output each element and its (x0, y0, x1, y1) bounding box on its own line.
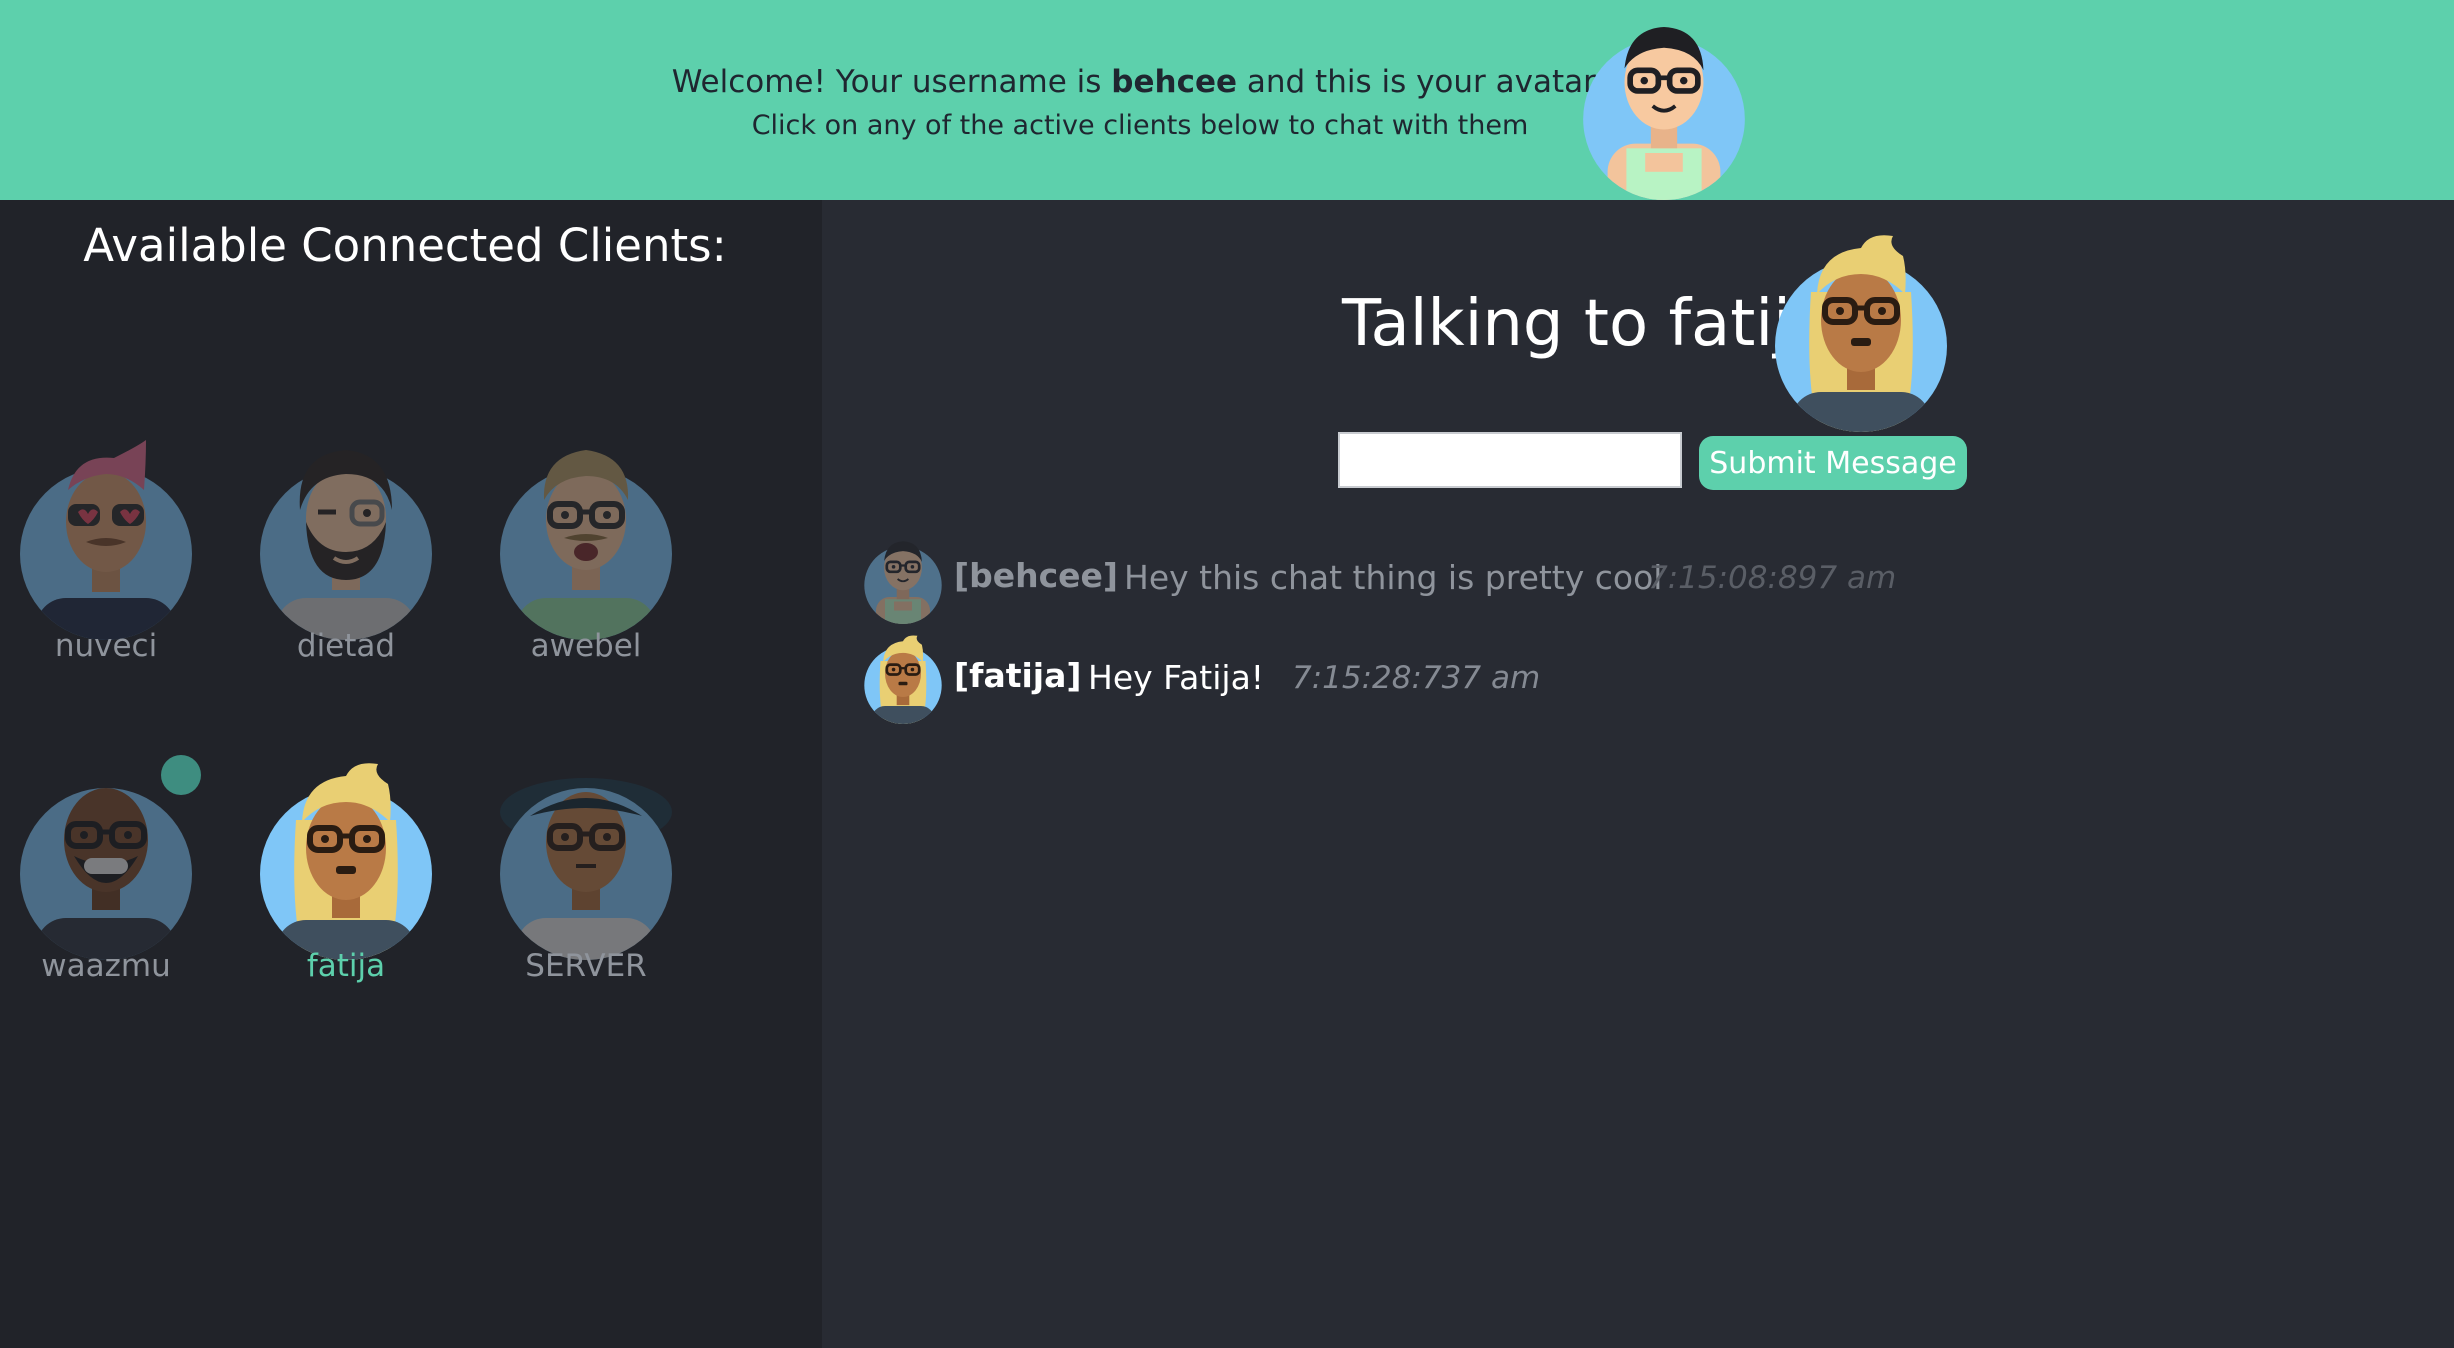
message-sender: [behcee] (954, 556, 1118, 595)
client-fatija[interactable]: fatija (236, 760, 456, 1010)
chat-title: Talking to fatija (1342, 287, 1831, 361)
avatar-blonde-glasses-icon (260, 760, 432, 960)
client-name: dietad (296, 628, 396, 664)
chat-partner-avatar-icon (1775, 232, 1947, 432)
submit-message-button[interactable]: Submit Message (1699, 436, 1967, 490)
message-timestamp: 7:15:08:897 am (1648, 560, 1897, 596)
message-input[interactable] (1338, 432, 1682, 488)
message-timestamp: 7:15:28:737 am (1292, 660, 1541, 696)
username: behcee (1111, 64, 1237, 100)
chat-message: [behcee] Hey this chat thing is pretty c… (860, 534, 1896, 624)
client-name: fatija (306, 948, 386, 984)
message-text: Hey this chat thing is pretty cool (1124, 558, 1663, 597)
new-message-indicator (161, 755, 201, 795)
message-sender: [fatija] (954, 656, 1082, 695)
client-nuveci[interactable]: nuveci (0, 440, 216, 690)
client-name: SERVER (525, 948, 647, 984)
client-name: nuveci (54, 628, 158, 664)
chat-panel: Talking to fatija Submit Message [behcee… (822, 200, 2454, 1348)
clients-list-title: Available Connected Clients: (83, 219, 727, 272)
welcome-header: Welcome! Your username is behcee and thi… (0, 0, 2454, 200)
chat-message: [fatija] Hey Fatija! 7:15:28:737 am (860, 634, 1860, 724)
message-text: Hey Fatija! (1088, 658, 1265, 697)
client-dietad[interactable]: dietad (236, 440, 456, 690)
welcome-suffix: and this is your avatar! (1246, 64, 1609, 100)
avatar-mustache-open-mouth-icon (500, 440, 672, 640)
instruction-hint: Click on any of the active clients below… (751, 110, 1529, 141)
user-avatar-icon (1578, 12, 1750, 200)
client-name: waazmu (41, 948, 171, 984)
avatar-wide-hat-icon (500, 760, 672, 960)
avatar-bald-grinning-icon (20, 760, 192, 960)
client-server[interactable]: SERVER (476, 760, 696, 1010)
client-waazmu[interactable]: waazmu (0, 760, 216, 1010)
client-name: awebel (530, 628, 642, 664)
welcome-prefix: Welcome! Your username is (671, 64, 1102, 100)
client-awebel[interactable]: awebel (476, 440, 696, 690)
sender-avatar-icon (860, 534, 946, 624)
welcome-message: Welcome! Your username is behcee and thi… (640, 62, 1640, 102)
avatar-pink-hair-heart-glasses-icon (20, 440, 192, 640)
avatar-bearded-winking-icon (260, 440, 432, 640)
sender-avatar-icon (860, 634, 946, 724)
